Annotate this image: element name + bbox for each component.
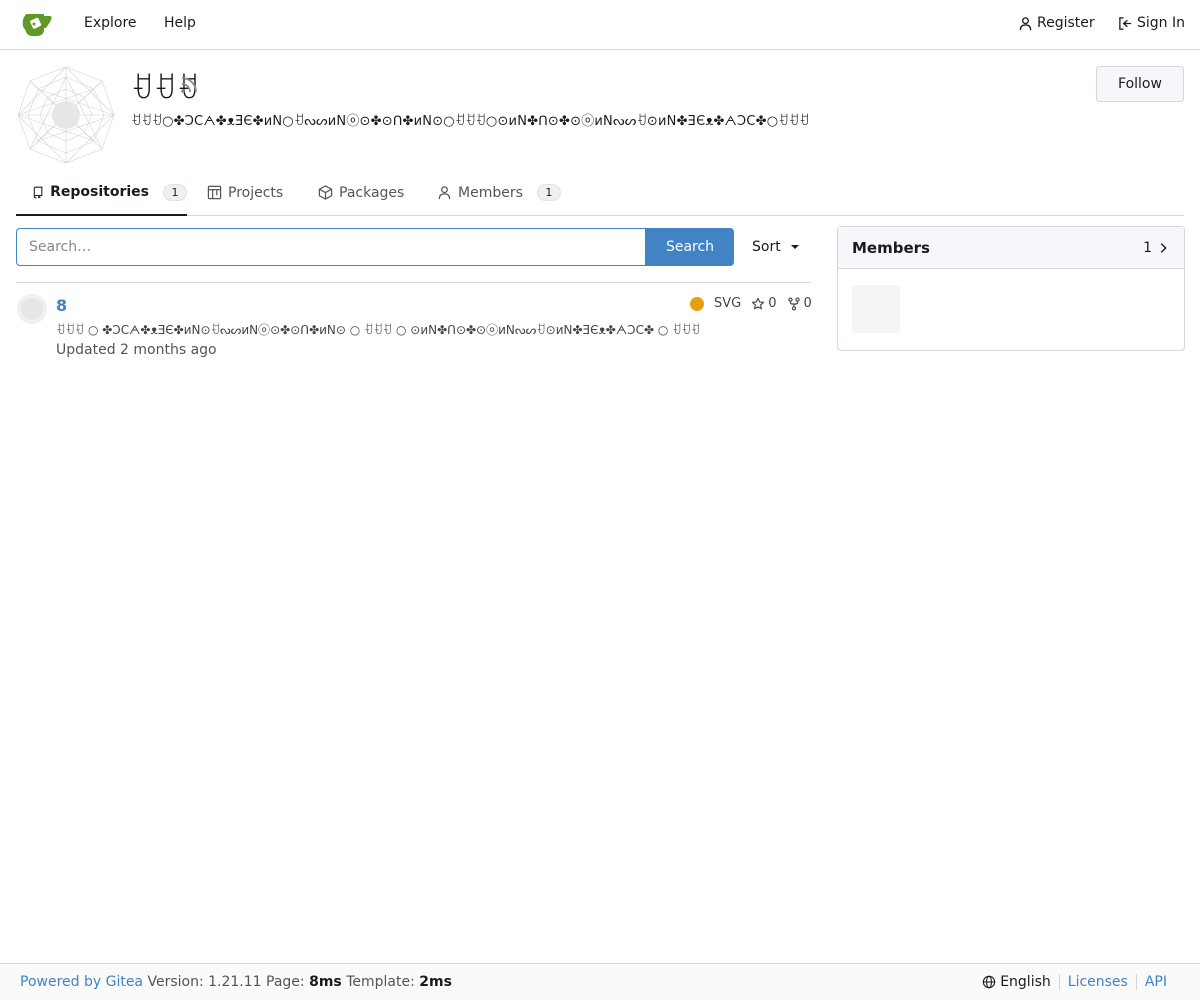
register-link[interactable]: Register: [1018, 15, 1095, 31]
sign-in-label: Sign In: [1137, 15, 1185, 31]
footer-version: Version: 1.21.11 Page:: [147, 974, 305, 990]
members-panel-count: 1: [1143, 239, 1152, 256]
repo-name-link[interactable]: 8: [56, 296, 67, 315]
tab-repositories-label: Repositories: [50, 184, 149, 200]
list-divider: [16, 282, 811, 283]
members-panel-title: Members: [852, 238, 930, 257]
org-tabs: Repositories 1 Projects Packages Members…: [16, 170, 1184, 216]
licenses-link[interactable]: Licenses: [1058, 974, 1136, 990]
org-description: ꀀꀀꀀ○✤ↃⅭᗅ✤ᴥƎЄ✤ᴎN○ꀀᔓᔕᴎNⓞ⊙✤⊙ᑎ✤ᴎN⊙○ꀀꀀꀀ○⊙ᴎN✤ᑎ…: [131, 114, 810, 129]
repo-language: SVG: [714, 296, 742, 311]
sign-in-link[interactable]: Sign In: [1118, 15, 1185, 31]
repo-icon: [33, 186, 43, 199]
sort-label: Sort: [752, 239, 781, 255]
repo-search-input[interactable]: [16, 228, 646, 266]
footer-info: Powered by Gitea Version: 1.21.11 Page: …: [20, 974, 452, 990]
repo-forks[interactable]: 0: [787, 296, 812, 311]
follow-button[interactable]: Follow: [1096, 66, 1184, 102]
stars-count: 0: [768, 296, 777, 311]
register-label: Register: [1037, 15, 1095, 31]
top-navbar: Explore Help Register Sign In: [0, 0, 1200, 50]
search-button[interactable]: Search: [646, 228, 734, 266]
footer-page-time: 8ms: [309, 974, 342, 990]
repo-stars[interactable]: 0: [751, 296, 777, 311]
api-link[interactable]: API: [1135, 974, 1175, 990]
repo-description: ꀀꀀꀀ ○ ✤ↃⅭᗅ✤ᴥƎЄ✤ᴎN⊙ꀀᔓᔕᴎNⓞ⊙✤⊙ᑎ✤ᴎN⊙ ○ ꀀꀀꀀ ○…: [56, 323, 701, 337]
repo-meta: SVG 0 0: [690, 296, 822, 311]
nav-help-link[interactable]: Help: [164, 15, 196, 31]
tab-projects-label: Projects: [228, 184, 284, 201]
tab-packages-label: Packages: [339, 184, 405, 201]
gitea-logo-icon[interactable]: [22, 10, 54, 40]
footer-template-time: 2ms: [419, 974, 452, 990]
caret-down-icon: [790, 245, 799, 249]
member-avatar[interactable]: [852, 285, 900, 333]
tab-members-label: Members: [458, 184, 523, 201]
tab-projects[interactable]: Projects: [207, 170, 283, 215]
language-label: English: [1000, 974, 1051, 990]
chevron-right-icon: [1160, 242, 1167, 253]
powered-by-link[interactable]: Powered by Gitea: [20, 974, 143, 990]
repositories-count-badge: 1: [163, 183, 187, 201]
members-count-badge: 1: [536, 184, 561, 201]
updated-prefix: Updated: [56, 342, 116, 358]
members-panel-header: Members 1: [838, 227, 1184, 269]
page-footer: Powered by Gitea Version: 1.21.11 Page: …: [0, 963, 1200, 1000]
language-color-dot: [690, 296, 704, 311]
org-avatar: [16, 65, 116, 165]
package-icon: [318, 185, 333, 200]
repo-updated: Updated 2 months ago: [56, 342, 217, 358]
language-selector[interactable]: English: [974, 974, 1059, 990]
tab-packages[interactable]: Packages: [318, 170, 404, 215]
nav-explore-link[interactable]: Explore: [84, 15, 137, 31]
sign-in-icon: [1119, 16, 1132, 30]
rss-feed-icon[interactable]: [178, 74, 200, 96]
globe-icon: [982, 975, 996, 989]
tab-repositories[interactable]: Repositories 1: [16, 170, 187, 216]
star-icon: [752, 297, 765, 309]
members-panel: Members 1: [837, 226, 1185, 351]
footer-template-label: Template:: [346, 974, 415, 990]
fork-icon: [787, 296, 800, 311]
person-icon: [438, 186, 451, 200]
sort-dropdown[interactable]: Sort: [752, 239, 799, 255]
updated-time: 2 months ago: [120, 342, 217, 358]
members-panel-count-link[interactable]: 1: [1143, 240, 1170, 256]
repo-avatar: [16, 293, 48, 325]
forks-count: 0: [803, 296, 812, 311]
tab-members[interactable]: Members 1: [437, 170, 561, 215]
project-icon: [207, 185, 222, 200]
footer-links: English Licenses API: [974, 974, 1175, 990]
person-icon: [1019, 16, 1032, 30]
